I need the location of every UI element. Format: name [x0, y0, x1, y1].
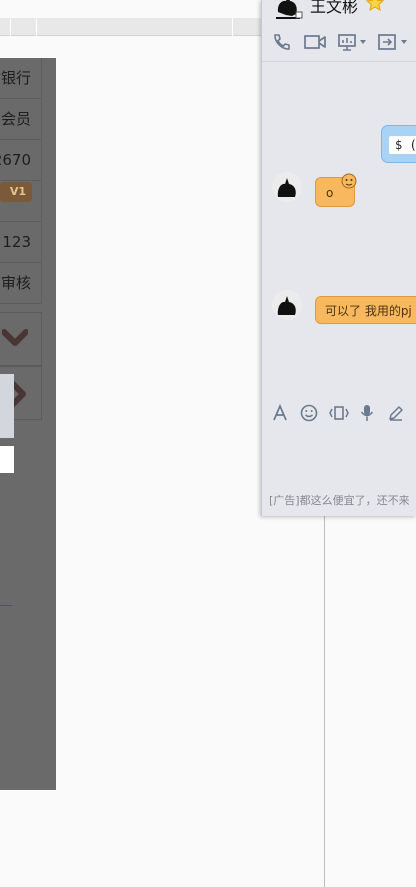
send-file-dropdown[interactable] — [401, 40, 407, 44]
star-icon — [366, 0, 384, 12]
toolbar-divider — [10, 18, 11, 36]
cat-sticker-icon — [341, 173, 357, 189]
screen-share-dropdown[interactable] — [360, 40, 366, 44]
expand-down-button[interactable] — [0, 312, 42, 366]
panel-row-bank: 银行 — [0, 58, 42, 99]
panel-row-id: 123 — [0, 222, 42, 263]
incoming-message-text: 可以了 我用的pj — [325, 304, 412, 318]
outgoing-message-bubble[interactable]: $ ( " — [381, 125, 416, 163]
send-file-icon[interactable] — [377, 32, 397, 52]
incoming-message-bubble[interactable]: 可以了 我用的pj — [315, 296, 416, 324]
phone-call-icon[interactable] — [272, 32, 290, 52]
browser-toolbar-strip — [0, 18, 262, 36]
message-list: $ ( " o 可以了 我用的pj — [262, 62, 416, 392]
edit-pen-icon[interactable] — [387, 404, 405, 422]
contact-avatar[interactable] — [274, 0, 304, 20]
font-style-icon[interactable] — [272, 404, 288, 422]
panel-input-field[interactable] — [0, 446, 14, 473]
outgoing-message-text: $ ( " — [389, 136, 416, 154]
message-input[interactable] — [262, 428, 416, 486]
chat-header: 王文彬 — [262, 0, 416, 62]
chevron-down-icon — [2, 329, 28, 346]
panel-row-member: 会员 — [0, 99, 42, 140]
panel-row-review: 审核 — [0, 263, 42, 304]
vip-level-badge: V1 — [0, 182, 32, 202]
toolbar-divider — [36, 18, 37, 36]
sender-avatar[interactable] — [272, 172, 302, 202]
panel-underline — [0, 605, 12, 606]
emoji-icon[interactable] — [300, 404, 318, 422]
panel-input-strip — [0, 374, 14, 438]
voice-message-icon[interactable] — [360, 404, 374, 422]
sender-avatar[interactable] — [272, 290, 302, 320]
screen-share-icon[interactable] — [337, 32, 357, 52]
toolbar-divider — [232, 18, 233, 36]
ad-banner-text[interactable]: [广告]都这么便宜了，还不来 — [269, 492, 410, 508]
chat-window: 王文彬 $ ( " o — [261, 0, 416, 516]
contact-name[interactable]: 王文彬 — [310, 0, 358, 17]
video-call-icon[interactable] — [303, 32, 327, 52]
panel-row-number: 2670 — [0, 140, 42, 181]
shake-window-icon[interactable] — [328, 404, 350, 422]
incoming-message-text: o — [326, 186, 334, 200]
input-toolbar — [262, 398, 416, 428]
